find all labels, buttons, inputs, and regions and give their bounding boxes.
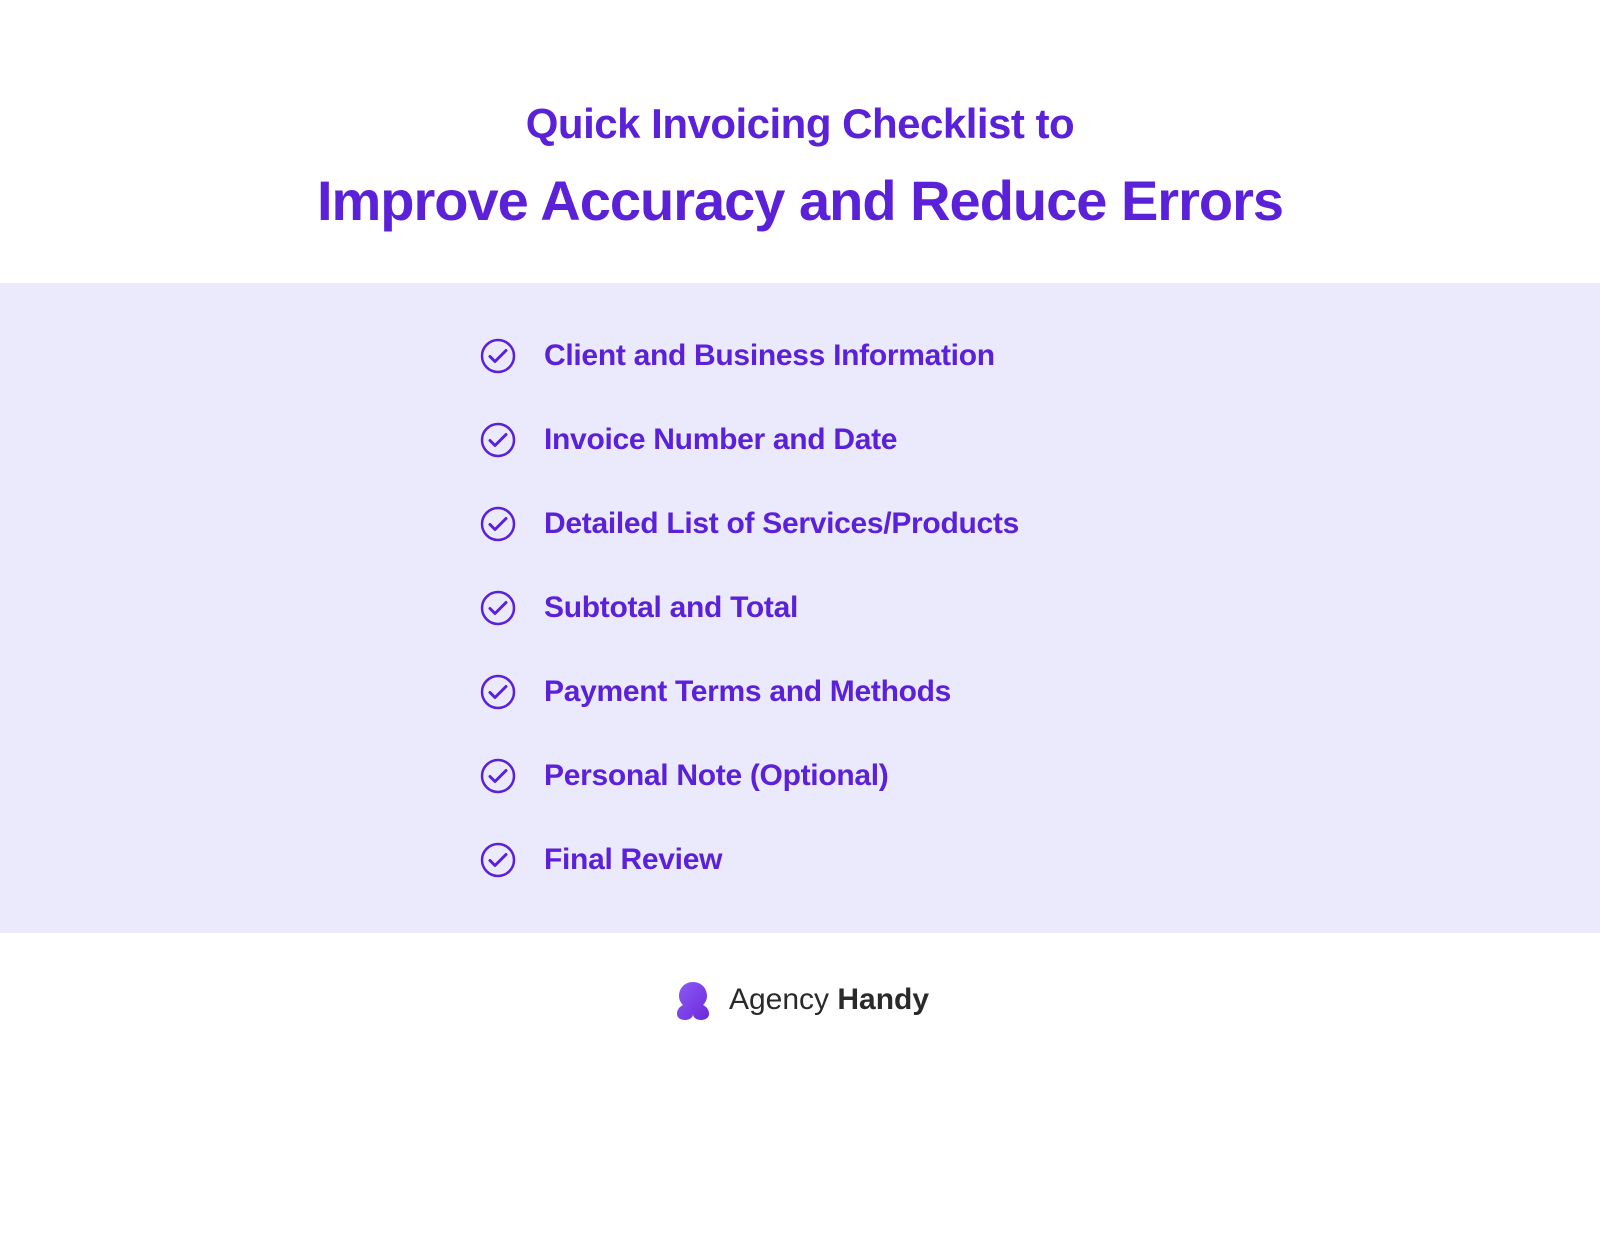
brand-text-part1: Agency	[729, 983, 829, 1016]
brand-text-part2: Handy	[837, 983, 929, 1016]
checklist-item-label: Detailed List of Services/Products	[544, 507, 1019, 541]
checklist-item: Payment Terms and Methods	[480, 674, 1540, 710]
checkmark-circle-icon	[480, 422, 516, 458]
brand-logo-icon	[671, 978, 715, 1022]
checklist-item: Invoice Number and Date	[480, 422, 1540, 458]
checklist-item-label: Invoice Number and Date	[544, 423, 897, 457]
checklist-item-label: Client and Business Information	[544, 339, 995, 373]
checklist-item: Personal Note (Optional)	[480, 758, 1540, 794]
title-line-2: Improve Accuracy and Reduce Errors	[60, 168, 1540, 233]
brand-name: Agency Handy	[729, 983, 929, 1017]
title-line-1: Quick Invoicing Checklist to	[60, 100, 1540, 148]
checklist-item-label: Personal Note (Optional)	[544, 759, 889, 793]
checklist-item: Detailed List of Services/Products	[480, 506, 1540, 542]
checklist-section: Client and Business Information Invoice …	[0, 283, 1600, 933]
checkmark-circle-icon	[480, 842, 516, 878]
checklist-item-label: Payment Terms and Methods	[544, 675, 951, 709]
checkmark-circle-icon	[480, 758, 516, 794]
checklist-item: Client and Business Information	[480, 338, 1540, 374]
checkmark-circle-icon	[480, 338, 516, 374]
checklist-item-label: Final Review	[544, 843, 722, 877]
checkmark-circle-icon	[480, 674, 516, 710]
checkmark-circle-icon	[480, 590, 516, 626]
checklist-item: Final Review	[480, 842, 1540, 878]
footer-section: Agency Handy	[0, 933, 1600, 1067]
header-section: Quick Invoicing Checklist to Improve Acc…	[0, 0, 1600, 283]
checklist-item: Subtotal and Total	[480, 590, 1540, 626]
checklist-item-label: Subtotal and Total	[544, 591, 798, 625]
checkmark-circle-icon	[480, 506, 516, 542]
checklist: Client and Business Information Invoice …	[480, 338, 1540, 878]
